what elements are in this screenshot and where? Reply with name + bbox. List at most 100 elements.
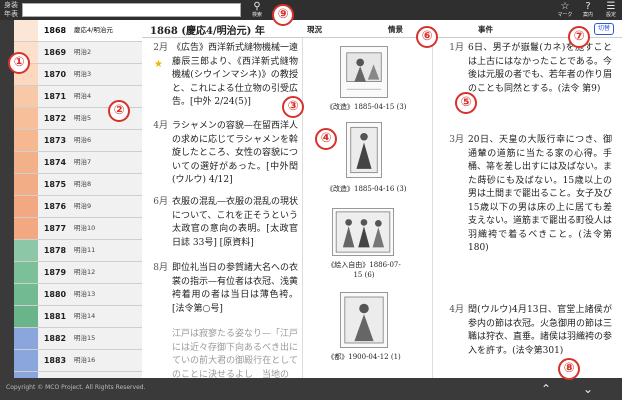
era-color-band [14,130,38,151]
era-color-band [14,240,38,261]
callout-marker-4: ④ [315,128,337,150]
genkyo-entry[interactable]: 2月 ★ 《広告》西洋新式縫物機械一遠藤辰三郎より、《西洋新式縫物機械(シウイン… [142,42,300,112]
genkyo-entry[interactable]: 4月 ラシャメンの容貌—在留西洋人の求めに応じてラシャメンを斡旋したところ、女性… [142,120,300,190]
year-label: 1881 [43,312,67,321]
illustration-image[interactable] [340,46,388,98]
marker-glyph: ① [13,55,25,70]
era-label: 明治14 [74,312,96,320]
switch-button[interactable]: 切替 [594,23,614,35]
entry-month: 4月 [449,305,464,315]
era-label: 明治2 [74,48,92,56]
era-color-band [14,306,38,327]
era-color-band [14,152,38,173]
year-row[interactable]: 1883 明治16 [14,350,142,372]
main-header: 1868 (慶応4/明治元) 年 現況 情景 事件 切替 [142,20,622,38]
era-label: 慶応4/明治元 [74,26,113,34]
year-row[interactable]: 1882 明治15 [14,328,142,350]
chevron-down-icon[interactable]: ⌄ [578,380,598,398]
jiken-entry[interactable]: 3月 20日、天皇の大阪行幸につき、御通輦の道筋に当たる家の心得。手桶、箒を差し… [438,134,618,324]
top-bar: 身装年表 ⚲ 検索 ☆ マーク ? 案内 ☰ 設定 [0,0,622,20]
search-button[interactable]: ⚲ 検索 [245,1,269,19]
year-label: 1874 [43,158,67,167]
era-label: 明治8 [74,180,92,188]
era-color-band [14,218,38,239]
entry-month: 1月 [449,43,464,53]
illustration-figure [335,211,391,253]
entry-text: 江戸は寂寥たる姿なり—「江戸には近々存御下向あるべき出にていの前大君の御殿行在と… [172,329,299,378]
illustration-caption: 《都》1900-04-12 (1) [327,353,401,361]
era-label: 明治9 [74,202,92,210]
year-row[interactable]: 1870 明治3 [14,64,142,86]
illustration-image[interactable] [346,122,382,178]
year-row[interactable]: 1880 明治13 [14,284,142,306]
column-divider [302,38,303,378]
entry-month: 4月 [153,121,168,131]
callout-marker-6: ⑥ [416,26,438,48]
jiken-entry[interactable]: 4月 閏(ウルウ)4月13日、官堂上諸侯が参内の節は衣冠。火急御用の節は三職は狩… [438,304,618,378]
guide-button[interactable]: ? 案内 [576,1,600,19]
year-row[interactable]: 1873 明治6 [14,130,142,152]
settings-button[interactable]: ☰ 設定 [599,1,622,19]
era-color-band [14,174,38,195]
year-row[interactable]: 1879 明治12 [14,262,142,284]
mark-label: マーク [557,12,573,18]
entry-text: 即位礼当日の参賀諸大名への衣裳の指示—有位者は衣冠、浅黄袴着用の者は当日は薄色袴… [172,263,299,314]
year-label: 1871 [43,92,67,101]
page-title: 1868 (慶応4/明治元) 年 [150,26,265,37]
era-color-band [14,20,38,41]
marker-glyph: ⑤ [460,95,472,110]
year-row[interactable]: 1877 明治10 [14,218,142,240]
entry-text: 閏(ウルウ)4月13日、官堂上諸侯が参内の節は衣冠。火急御用の節は三職は狩衣、直… [468,305,613,356]
year-label: 1868 [43,26,67,35]
year-label: 1872 [43,114,67,123]
year-label: 1879 [43,268,67,277]
genkyo-entry[interactable]: 6月 衣服の混乱—衣服の混乱の現状について、これを正そうという太政官の意向の表明… [142,196,300,258]
era-label: 明治11 [74,246,96,254]
year-label: 1878 [43,246,67,255]
guide-label: 案内 [582,12,593,18]
era-label: 明治4 [74,92,92,100]
mark-button[interactable]: ☆ マーク [553,1,577,19]
search-input[interactable] [22,3,241,17]
year-label: 1882 [43,334,67,343]
illustration-figure [344,296,384,344]
column-divider [432,38,433,378]
search-icon: ⚲ [253,1,261,12]
footer: Copyright © MCO Project. All Rights Rese… [0,378,622,400]
era-label: 明治6 [74,136,92,144]
callout-marker-2: ② [108,100,130,122]
column-header-jiken: 事件 [478,25,493,34]
era-label: 明治13 [74,290,96,298]
year-row[interactable]: 1881 明治14 [14,306,142,328]
genkyo-entry[interactable]: 8月 即位礼当日の参賀諸大名への衣裳の指示—有位者は衣冠、浅黄袴着用の者は当日は… [142,262,300,324]
year-row[interactable]: 1875 明治8 [14,174,142,196]
year-label: 1877 [43,224,67,233]
illustration-figure [346,52,382,90]
menu-icon: ☰ [606,1,616,12]
era-label: 明治12 [74,268,96,276]
year-row[interactable]: 1868 慶応4/明治元 [14,20,142,42]
marker-glyph: ④ [320,131,332,146]
year-row[interactable]: 1878 明治11 [14,240,142,262]
year-row[interactable]: 1874 明治7 [14,152,142,174]
chevron-up-icon[interactable]: ⌃ [536,380,556,398]
illustration-image[interactable] [332,208,394,256]
era-label: 明治15 [74,334,96,342]
marker-glyph: ⑦ [573,29,585,44]
column-header-jojo: 情景 [388,25,403,34]
era-color-band [14,86,38,107]
year-label: 1875 [43,180,67,189]
year-row[interactable]: 1869 明治2 [14,42,142,64]
copyright-text: Copyright © MCO Project. All Rights Rese… [6,384,146,391]
illustration-image[interactable] [340,292,388,348]
era-label: 明治3 [74,70,92,78]
logo[interactable]: 身装年表 [2,0,20,20]
era-color-band [14,350,38,371]
year-row[interactable]: 1876 明治9 [14,196,142,218]
year-label: 1876 [43,202,67,211]
callout-marker-3: ③ [282,96,304,118]
marker-glyph: ⑨ [277,7,289,22]
content-area: 2月 ★ 《広告》西洋新式縫物機械一遠藤辰三郎より、《西洋新式縫物機械(シウイン… [142,38,622,378]
genkyo-entry[interactable]: 江戸は寂寥たる姿なり—「江戸には近々存御下向あるべき出にていの前大君の御殿行在と… [142,328,300,378]
star-icon[interactable]: ★ [154,58,163,72]
